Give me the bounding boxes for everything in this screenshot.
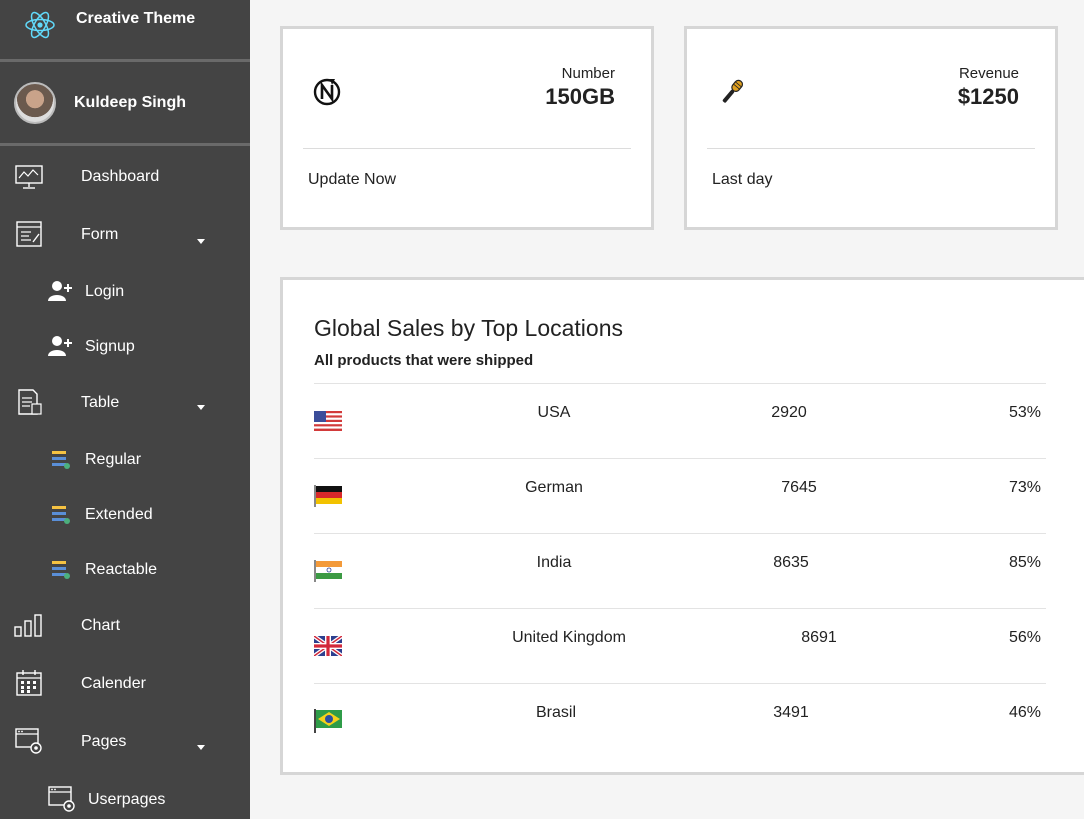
sidebar-item-label: Chart <box>81 617 121 634</box>
sidebar-item-calender[interactable]: Calender <box>0 665 250 703</box>
sidebar-item-userpages[interactable]: Userpages <box>0 781 250 819</box>
chevron-down-icon <box>197 239 205 244</box>
sidebar-item-login[interactable]: Login <box>0 273 250 311</box>
sidebar-item-pages[interactable]: Pages <box>0 723 250 761</box>
sidebar-item-chart[interactable]: Chart <box>0 607 250 645</box>
table-document-icon <box>18 389 42 415</box>
sidebar-item-signup[interactable]: Signup <box>0 328 250 366</box>
table-row: Brasil 3491 46% <box>314 683 1046 758</box>
sidebar-item-label: Table <box>81 394 120 411</box>
panel-subtitle: All products that were shipped <box>314 352 534 369</box>
brand-header[interactable]: Creative Theme <box>0 0 250 62</box>
card-value: 150GB <box>545 84 615 109</box>
flash-n-icon <box>313 78 341 106</box>
sidebar-item-dashboard[interactable]: Dashboard <box>0 158 250 196</box>
chevron-down-icon <box>197 745 205 750</box>
sales-count: 8691 <box>801 629 837 646</box>
country-name: United Kingdom <box>512 629 626 646</box>
sales-count: 2920 <box>771 404 807 421</box>
card-footer-link[interactable]: Update Now <box>308 171 396 189</box>
chevron-down-icon <box>197 405 205 410</box>
table-row: United Kingdom 8691 56% <box>314 608 1046 683</box>
card-value: $1250 <box>957 84 1019 109</box>
brazil-flag-icon <box>314 709 342 733</box>
sidebar-item-label: Login <box>85 283 125 300</box>
global-sales-panel: Global Sales by Top Locations All produc… <box>280 277 1084 775</box>
panel-title: Global Sales by Top Locations <box>314 315 623 341</box>
user-name: Kuldeep Singh <box>74 93 186 111</box>
sidebar-item-reactable[interactable]: Reactable <box>0 551 250 589</box>
sales-percent: 56% <box>1008 629 1041 646</box>
pages-gear-icon <box>15 728 42 754</box>
sidebar-item-table[interactable]: Table <box>0 384 250 422</box>
sidebar: Creative Theme Kuldeep Singh Dashboard F… <box>0 0 250 819</box>
react-atom-icon <box>25 11 55 38</box>
germany-flag-icon <box>314 485 342 507</box>
sidebar-item-label: Regular <box>85 451 142 468</box>
table-row: German 7645 73% <box>314 458 1046 533</box>
user-profile[interactable]: Kuldeep Singh <box>0 62 250 146</box>
calendar-icon <box>16 670 42 696</box>
form-document-icon <box>16 221 42 247</box>
sales-percent: 53% <box>1008 404 1041 421</box>
sidebar-item-label: Form <box>81 226 119 243</box>
table-stripes-icon <box>52 561 70 579</box>
country-name: German <box>525 479 583 496</box>
table-row: USA 2920 53% <box>314 383 1046 458</box>
pages-gear-icon <box>48 786 75 812</box>
microphone-icon <box>722 79 744 103</box>
table-stripes-icon <box>52 451 70 469</box>
sidebar-item-label: Extended <box>85 506 153 523</box>
sidebar-item-label: Calender <box>81 675 146 692</box>
sales-percent: 85% <box>1008 554 1041 571</box>
card-caption: Number <box>561 65 615 82</box>
sidebar-item-regular[interactable]: Regular <box>0 441 250 479</box>
sales-count: 3491 <box>773 704 809 721</box>
card-footer-link[interactable]: Last day <box>712 171 772 189</box>
sidebar-item-label: Dashboard <box>81 168 160 185</box>
sidebar-item-label: Reactable <box>85 561 158 578</box>
bar-chart-icon <box>14 614 42 637</box>
sidebar-item-extended[interactable]: Extended <box>0 496 250 534</box>
sales-percent: 73% <box>1008 479 1041 496</box>
india-flag-icon <box>314 560 342 582</box>
country-name: USA <box>537 404 571 421</box>
divider <box>707 148 1035 149</box>
sidebar-item-form[interactable]: Form <box>0 216 250 254</box>
sales-count: 7645 <box>781 479 817 496</box>
sidebar-item-label: Signup <box>85 338 135 355</box>
user-plus-icon <box>48 281 72 301</box>
sidebar-item-label: Userpages <box>88 791 166 808</box>
sales-percent: 46% <box>1008 704 1041 721</box>
usa-flag-icon <box>314 411 342 431</box>
stats-card-number: Number 150GB Update Now <box>280 26 654 230</box>
country-name: Brasil <box>535 704 576 721</box>
brand-name: Creative Theme <box>76 9 196 27</box>
avatar <box>14 81 56 124</box>
table-stripes-icon <box>52 506 70 524</box>
country-name: India <box>536 554 572 571</box>
uk-flag-icon <box>314 636 342 656</box>
user-plus-icon <box>48 336 72 356</box>
divider <box>303 148 631 149</box>
monitor-dashboard-icon <box>15 165 43 189</box>
stats-card-revenue: Revenue $1250 Last day <box>684 26 1058 230</box>
sales-count: 8635 <box>773 554 809 571</box>
table-row: India 8635 85% <box>314 533 1046 608</box>
sidebar-item-label: Pages <box>81 733 127 750</box>
card-caption: Revenue <box>958 65 1019 82</box>
